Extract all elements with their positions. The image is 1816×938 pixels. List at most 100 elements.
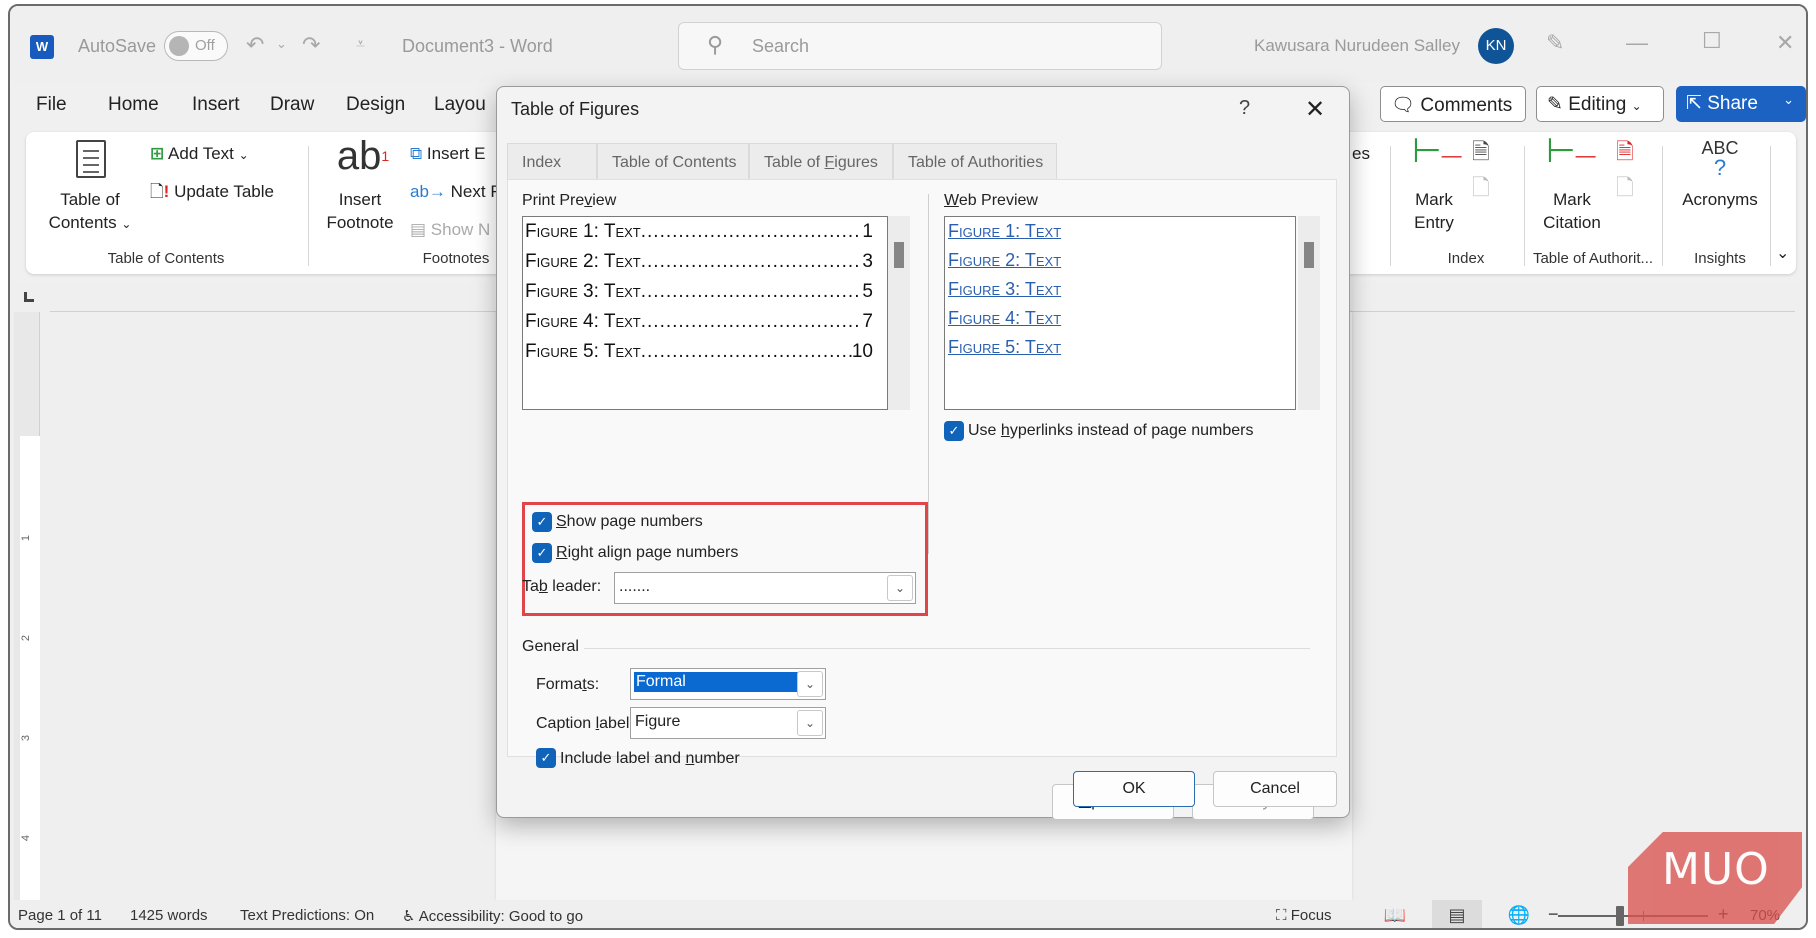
avatar[interactable]: KN — [1478, 28, 1514, 64]
title-bar: W AutoSave Off ↶ ⌄ ↷ ⩡ Document3 - Word … — [10, 6, 1806, 82]
add-text-label: Add Text — [168, 144, 234, 163]
search-box[interactable]: ⚲ Search — [678, 22, 1162, 70]
add-text-button[interactable]: ⊞ Add Text ⌄ — [150, 142, 249, 167]
designer-icon[interactable]: ✎ — [1546, 30, 1564, 56]
autosave-toggle[interactable]: Off — [164, 31, 228, 61]
right-align-label[interactable]: Right align page numbers — [556, 544, 738, 562]
web-preview-link[interactable]: Figure 3: Text — [948, 279, 1061, 300]
customize-toolbar-icon[interactable]: ⩡ — [356, 36, 365, 54]
ribbon-separator — [308, 146, 309, 266]
use-hyperlinks-label[interactable]: Use hyperlinks instead of page numbers — [968, 422, 1254, 440]
read-mode-icon[interactable]: 📖 — [1370, 900, 1420, 928]
tab-table-of-figures[interactable]: Table of Figures — [749, 143, 893, 179]
text-predictions[interactable]: Text Predictions: On — [240, 907, 374, 924]
web-preview-label: Web Preview — [944, 192, 1038, 209]
include-label-label[interactable]: Include label and number — [560, 750, 740, 768]
word-count[interactable]: 1425 words — [130, 907, 208, 924]
page-count[interactable]: Page 1 of 11 — [18, 907, 102, 924]
tab-table-of-authorities[interactable]: Table of Authorities — [893, 143, 1057, 179]
tab-draw[interactable]: Draw — [270, 94, 314, 116]
print-preview-row: Figure 4: Text7 — [525, 311, 873, 333]
undo-icon[interactable]: ↶ — [246, 32, 264, 58]
tab-index[interactable]: Index — [507, 143, 597, 179]
tab-design[interactable]: Design — [346, 94, 405, 116]
ruler-number: 3 — [20, 734, 33, 742]
print-preview-scrollbar[interactable] — [888, 216, 910, 410]
group-label-toa: Table of Authorit... — [1532, 250, 1654, 267]
caption-label-select[interactable]: Figure ⌄ — [630, 707, 826, 739]
mark-entry-line2: Entry — [1414, 213, 1454, 232]
maximize-icon[interactable]: ☐ — [1702, 28, 1722, 54]
undo-dropdown-icon[interactable]: ⌄ — [276, 36, 287, 52]
close-icon[interactable]: ✕ — [1776, 30, 1794, 56]
dialog-close-icon[interactable]: ✕ — [1305, 95, 1325, 124]
tab-layout[interactable]: Layou — [434, 94, 486, 116]
insert-toa-icon[interactable]: 🗎 — [1616, 140, 1634, 163]
column-divider — [928, 194, 929, 554]
chevron-down-icon[interactable]: ⌄ — [797, 710, 823, 736]
show-page-numbers-label[interactable]: Show page numbers — [556, 513, 703, 531]
editing-button[interactable]: ✎ Editing ⌄ — [1536, 86, 1664, 122]
insert-footnote-button[interactable]: Insert Footnote — [318, 188, 402, 234]
redo-icon[interactable]: ↷ — [302, 32, 320, 58]
update-toa-icon[interactable]: 🗋 — [1616, 176, 1634, 199]
web-preview-link[interactable]: Figure 1: Text — [948, 221, 1061, 242]
focus-button[interactable]: ⛶ Focus — [1276, 907, 1332, 924]
tab-home[interactable]: Home — [108, 94, 159, 116]
ruler-number: 2 — [20, 634, 33, 642]
mark-citation-icon: ⊢— — [1546, 132, 1596, 170]
show-notes-button[interactable]: ▤ Show N — [410, 218, 490, 241]
web-preview-link[interactable]: Figure 5: Text — [948, 337, 1061, 358]
web-preview-scrollbar[interactable] — [1298, 216, 1320, 410]
mark-entry-button[interactable]: Mark Entry — [1406, 188, 1462, 234]
caption-label-label: Caption label: — [536, 715, 634, 732]
scrollbar-thumb[interactable] — [1304, 242, 1314, 268]
share-button[interactable]: ⇱ Share ⌄ — [1676, 86, 1806, 122]
vertical-ruler[interactable]: 1 2 3 4 — [14, 312, 40, 900]
print-layout-icon[interactable]: ▤ — [1432, 900, 1482, 928]
accessibility-label: Accessibility: Good to go — [418, 908, 584, 925]
update-table-icon: 🗋! — [150, 182, 170, 201]
chevron-down-icon[interactable]: ⌄ — [797, 671, 823, 697]
tab-table-of-contents[interactable]: Table of Contents — [597, 143, 749, 179]
show-page-numbers-checkbox[interactable]: ✓ — [532, 512, 552, 532]
ruler-number: 4 — [20, 834, 33, 842]
user-name: Kawusara Nurudeen Salley — [1254, 36, 1461, 55]
cancel-button[interactable]: Cancel — [1213, 771, 1337, 807]
minimize-icon[interactable]: — — [1626, 30, 1648, 56]
web-layout-icon[interactable]: 🌐 — [1494, 900, 1544, 928]
accessibility-status[interactable]: ♿ Accessibility: Good to go — [402, 907, 583, 925]
insert-index-icon[interactable]: 🗎 — [1472, 140, 1490, 163]
tab-file[interactable]: File — [36, 94, 67, 116]
caption-label-value: Figure — [635, 713, 681, 730]
mark-citation-button[interactable]: Mark Citation — [1528, 188, 1616, 234]
mark-citation-line2: Citation — [1543, 213, 1601, 232]
document-title: Document3 - Word — [402, 36, 553, 56]
tab-insert[interactable]: Insert — [192, 94, 240, 116]
zoom-out-button[interactable]: − — [1548, 904, 1559, 925]
chevron-down-icon[interactable]: ⌄ — [887, 575, 913, 601]
formats-select[interactable]: Formal ⌄ — [630, 668, 826, 700]
web-preview-link[interactable]: Figure 4: Text — [948, 308, 1061, 329]
acronyms-button[interactable]: Acronyms — [1674, 188, 1766, 211]
insert-endnote-button[interactable]: ⧉ Insert E — [410, 142, 485, 165]
table-of-contents-button[interactable]: Table of Contents ⌄ — [40, 188, 140, 236]
chevron-down-icon: ⌄ — [121, 217, 132, 231]
zoom-slider-thumb[interactable] — [1616, 906, 1624, 926]
autosave-label: AutoSave — [78, 36, 157, 56]
comments-button[interactable]: 🗨 Comments — [1380, 86, 1526, 122]
web-preview-link[interactable]: Figure 2: Text — [948, 250, 1061, 271]
help-icon[interactable]: ? — [1239, 97, 1250, 120]
include-label-checkbox[interactable]: ✓ — [536, 748, 556, 768]
share-dropdown-icon[interactable]: ⌄ — [1783, 92, 1794, 108]
update-index-icon[interactable]: 🗋 — [1472, 176, 1490, 199]
scrollbar-thumb[interactable] — [894, 242, 904, 268]
status-bar: Page 1 of 11 1425 words Text Predictions… — [10, 900, 1806, 928]
ok-button[interactable]: OK — [1073, 771, 1195, 807]
use-hyperlinks-checkbox[interactable]: ✓ — [944, 421, 964, 441]
update-table-button[interactable]: 🗋! Update Table — [150, 180, 274, 203]
ribbon-collapse-chevron-icon[interactable]: ⌄ — [1776, 242, 1789, 265]
right-align-checkbox[interactable]: ✓ — [532, 543, 552, 563]
tab-stop-selector-icon[interactable] — [24, 292, 34, 302]
tab-leader-select[interactable]: ....... ⌄ — [614, 572, 916, 604]
